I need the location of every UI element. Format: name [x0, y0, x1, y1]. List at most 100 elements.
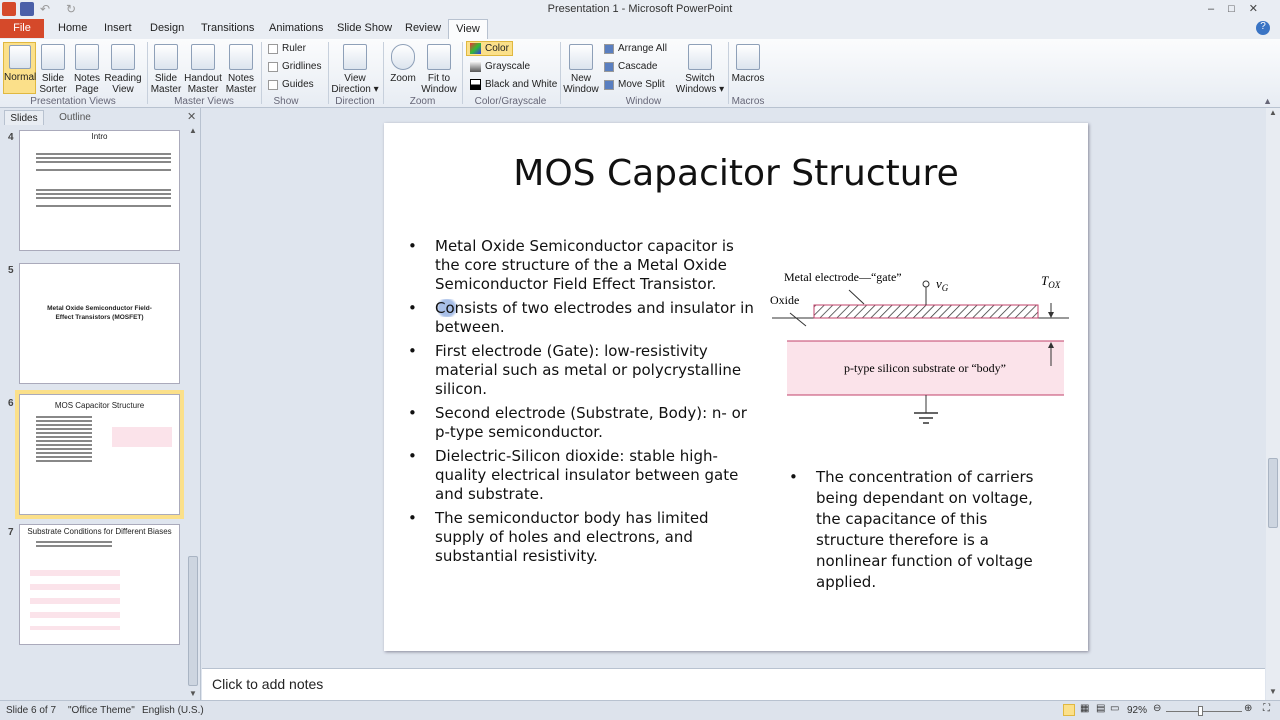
- bullet-list[interactable]: Metal Oxide Semiconductor capacitor is t…: [408, 237, 758, 571]
- notes-page-button[interactable]: Notes Page: [72, 44, 102, 95]
- new-window-icon: [569, 44, 593, 70]
- tab-file[interactable]: File: [0, 19, 44, 38]
- zoom-button[interactable]: Zoom: [387, 44, 419, 84]
- cascade-icon: [604, 61, 614, 72]
- checkbox-icon: [268, 61, 278, 72]
- checkbox-icon: [268, 79, 278, 90]
- notes-page-icon: [75, 44, 99, 70]
- color-button[interactable]: Color: [466, 41, 513, 56]
- language[interactable]: English (U.S.): [142, 705, 204, 716]
- thumb-title: Intro: [91, 132, 108, 141]
- divider: [462, 42, 463, 104]
- reading-view-icon: [111, 44, 135, 70]
- notes-master-icon: [229, 44, 253, 70]
- window-controls[interactable]: –□✕: [1208, 2, 1272, 15]
- normal-view-icon: [8, 45, 31, 69]
- fit-to-window-button[interactable]: Fit to Window: [420, 44, 458, 95]
- ribbon-tabs: Home Insert Design Transitions Animation…: [0, 19, 1280, 39]
- slide-show-icon[interactable]: ▭: [1110, 703, 1119, 714]
- slide-master-button[interactable]: Slide Master: [150, 44, 182, 95]
- switch-windows-button[interactable]: Switch Windows ▾: [675, 44, 725, 95]
- zoom-in-icon[interactable]: ⊕: [1244, 703, 1252, 714]
- notes-master-button[interactable]: Notes Master: [225, 44, 257, 95]
- scroll-thumb[interactable]: [1268, 458, 1278, 528]
- substrate-label: p-type silicon substrate or “body”: [844, 361, 1006, 375]
- bullet-item: Dielectric-Silicon dioxide: stable high-…: [408, 447, 758, 504]
- slide-master-icon: [154, 44, 178, 70]
- switch-windows-icon: [688, 44, 712, 70]
- right-bullet-list[interactable]: The concentration of carriers being depe…: [789, 467, 1049, 598]
- slide-thumbnail-6[interactable]: MOS Capacitor Structure: [19, 394, 180, 515]
- tab-slides[interactable]: Slides: [4, 110, 44, 125]
- zoom-out-icon[interactable]: ⊖: [1153, 703, 1161, 714]
- notes-pane[interactable]: Click to add notes: [202, 668, 1265, 700]
- gridlines-checkbox[interactable]: Gridlines: [268, 61, 321, 72]
- magnifier-icon: [391, 44, 415, 70]
- thumb-title: Metal Oxide Semiconductor Field-Effect T…: [47, 305, 152, 321]
- slide-thumbnail-5[interactable]: Metal Oxide Semiconductor Field-Effect T…: [19, 263, 180, 384]
- slide-thumbnail-7[interactable]: Substrate Conditions for Different Biase…: [19, 524, 180, 645]
- slide-title[interactable]: MOS Capacitor Structure: [384, 153, 1088, 194]
- tab-animations[interactable]: Animations: [269, 22, 323, 34]
- arrange-icon: [604, 43, 614, 54]
- macros-button[interactable]: Macros: [731, 44, 765, 84]
- gate-terminal: [922, 280, 930, 288]
- tab-home[interactable]: Home: [58, 22, 87, 34]
- tab-transitions[interactable]: Transitions: [201, 22, 254, 34]
- slide-thumbnail-4[interactable]: Intro: [19, 130, 180, 251]
- black-and-white-button[interactable]: Black and White: [470, 79, 557, 90]
- view-direction-button[interactable]: View Direction ▾: [330, 44, 380, 95]
- divider: [560, 42, 561, 104]
- zoom-level[interactable]: 92%: [1127, 705, 1147, 716]
- collapse-ribbon-icon[interactable]: ▲: [1263, 96, 1272, 106]
- move-split-button[interactable]: Move Split: [604, 79, 665, 90]
- group-zoom: Zoom: [409, 96, 436, 107]
- slide-scrollbar[interactable]: ▲ ▼: [1266, 108, 1280, 700]
- group-master-views: Master Views: [174, 96, 234, 107]
- grayscale-button[interactable]: Grayscale: [470, 61, 530, 72]
- slide-sorter-icon[interactable]: ▦: [1080, 703, 1089, 714]
- bullet-item: Consists of two electrodes and insulator…: [408, 299, 758, 337]
- ruler-checkbox[interactable]: Ruler: [268, 43, 306, 54]
- reading-view-icon[interactable]: ▤: [1096, 703, 1105, 714]
- reading-view-button[interactable]: Reading View: [104, 44, 142, 95]
- divider: [147, 42, 148, 104]
- bullet-text: Consists of two electrodes and insulator…: [435, 299, 754, 336]
- normal-view-button[interactable]: Normal: [3, 42, 36, 94]
- thumb-title: MOS Capacitor Structure: [54, 401, 145, 410]
- tab-view[interactable]: View: [448, 19, 488, 40]
- normal-view-icon[interactable]: [1063, 704, 1075, 716]
- group-color-grayscale: Color/Grayscale: [474, 96, 547, 107]
- slide-sorter-button[interactable]: Slide Sorter: [38, 44, 68, 95]
- handout-master-button[interactable]: Handout Master: [184, 44, 222, 95]
- thumb-diagram: [112, 427, 172, 447]
- zoom-slider[interactable]: [1166, 711, 1242, 712]
- new-window-button[interactable]: New Window: [562, 44, 600, 95]
- help-icon[interactable]: ?: [1256, 21, 1270, 35]
- group-presentation-views: Presentation Views: [30, 96, 116, 107]
- arrow-down-icon: [1048, 312, 1054, 318]
- zoom-slider-thumb[interactable]: [1198, 706, 1203, 716]
- bullet-item: The concentration of carriers being depe…: [789, 467, 1049, 593]
- checkbox-icon: [268, 43, 278, 54]
- divider: [728, 42, 729, 104]
- slide-canvas[interactable]: MOS Capacitor Structure Metal Oxide Semi…: [384, 123, 1088, 651]
- guides-checkbox[interactable]: Guides: [268, 79, 314, 90]
- slide-indicator: Slide 6 of 7: [6, 705, 57, 716]
- arrange-all-button[interactable]: Arrange All: [604, 43, 667, 54]
- tab-slide-show[interactable]: Slide Show: [337, 22, 392, 34]
- cascade-button[interactable]: Cascade: [604, 61, 657, 72]
- slide-sorter-icon: [41, 44, 65, 70]
- close-panel-icon[interactable]: ✕: [187, 110, 196, 123]
- black-white-icon: [470, 79, 481, 90]
- tab-review[interactable]: Review: [405, 22, 441, 34]
- bullet-item: The semiconductor body has limited suppl…: [408, 509, 758, 566]
- fit-slide-icon[interactable]: ⛶: [1263, 703, 1270, 714]
- theme-name[interactable]: "Office Theme": [68, 705, 135, 716]
- tab-insert[interactable]: Insert: [104, 22, 132, 34]
- panel-scrollbar[interactable]: ▲ ▼: [187, 126, 199, 700]
- tab-outline[interactable]: Outline: [50, 110, 100, 125]
- thumb-diagram: [30, 570, 120, 630]
- tab-design[interactable]: Design: [150, 22, 184, 34]
- scroll-thumb[interactable]: [188, 556, 198, 686]
